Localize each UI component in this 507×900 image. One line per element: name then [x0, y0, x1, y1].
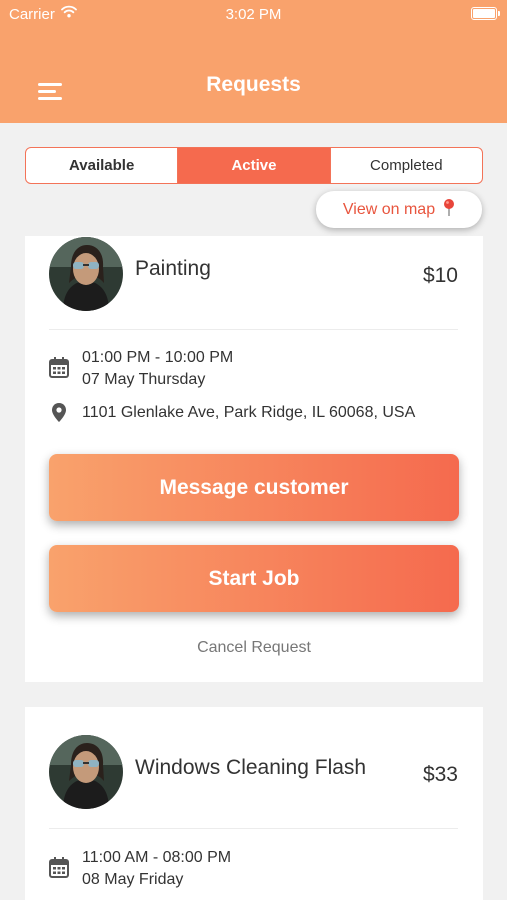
message-customer-button[interactable]: Message customer — [49, 454, 459, 521]
map-pin-icon — [443, 198, 455, 222]
request-card: Painting $10 01:00 PM - 10:00 PM 07 May … — [25, 236, 483, 682]
job-time-range: 11:00 AM - 08:00 PM — [82, 849, 232, 866]
location-pin-icon — [49, 402, 69, 428]
calendar-icon — [49, 857, 69, 883]
request-card: Windows Cleaning Flash $33 11:00 AM - 08… — [25, 707, 483, 900]
view-on-map-button[interactable]: View on map — [316, 191, 482, 228]
customer-avatar — [49, 735, 123, 809]
job-address: 1101 Glenlake Ave, Park Ridge, IL 60068,… — [82, 404, 416, 421]
status-time: 3:02 PM — [225, 6, 282, 23]
start-job-button[interactable]: Start Job — [49, 545, 459, 612]
status-bar: Carrier 3:02 PM — [0, 0, 507, 30]
page-title: Requests — [206, 73, 301, 96]
battery-icon — [471, 7, 500, 20]
view-on-map-label: View on map — [342, 200, 436, 218]
job-title: Windows Cleaning Flash — [135, 756, 367, 779]
job-price: $10 — [422, 264, 458, 287]
calendar-icon — [49, 357, 69, 383]
cancel-request-link[interactable]: Cancel Request — [25, 639, 483, 657]
job-date: 08 May Friday — [82, 871, 184, 888]
divider — [49, 329, 458, 330]
job-date: 07 May Thursday — [82, 371, 206, 388]
tab-completed[interactable]: Completed — [329, 148, 482, 183]
tab-available[interactable]: Available — [26, 148, 177, 183]
request-status-tabs: Available Active Completed — [25, 147, 483, 184]
job-title: Painting — [135, 257, 211, 280]
customer-avatar — [49, 237, 123, 311]
divider — [49, 828, 458, 829]
job-time-range: 01:00 PM - 10:00 PM — [82, 349, 234, 366]
tab-active[interactable]: Active — [177, 148, 330, 183]
job-price: $33 — [422, 763, 458, 786]
